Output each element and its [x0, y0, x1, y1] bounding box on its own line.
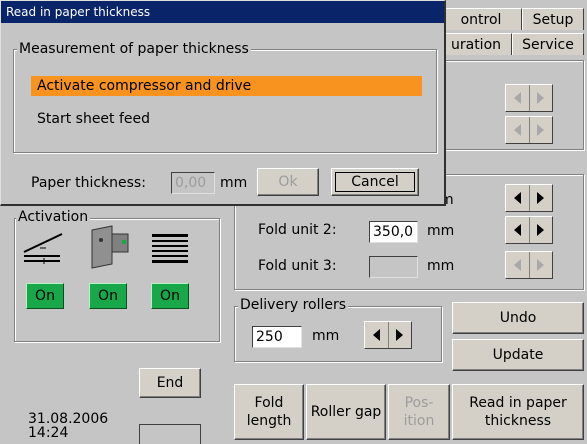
- sheet-feeder-icon: [23, 233, 63, 264]
- fold-unit3-label: Fold unit 3:: [258, 258, 337, 274]
- tab-service-label: Service: [522, 36, 574, 53]
- paper-thickness-field: 0,00: [171, 172, 215, 194]
- undo-button[interactable]: Undo: [452, 302, 584, 334]
- tab-setup-label: Setup: [532, 11, 574, 28]
- arrow-right-icon[interactable]: [387, 322, 412, 348]
- tab-service[interactable]: Service: [512, 33, 584, 55]
- fold-unit3-arrows: [505, 251, 553, 279]
- option-start-sheet-feed[interactable]: Start sheet feed: [31, 109, 422, 129]
- tab-setup[interactable]: Setup: [522, 8, 584, 30]
- fold-length-label: Fold length: [246, 395, 292, 429]
- dialog-titlebar: Read in paper thickness: [1, 1, 444, 23]
- read-thickness-dialog: Read in paper thickness Measurement of p…: [0, 0, 446, 206]
- paper-thickness-unit: mm: [220, 175, 248, 191]
- arrow-left-icon: [506, 252, 529, 278]
- delivery-rollers-legend: Delivery rollers: [238, 297, 349, 313]
- on-button-stack[interactable]: On: [151, 283, 189, 309]
- ok-label: Ok: [278, 174, 298, 190]
- arrow-right-icon: [528, 252, 553, 278]
- read-thickness-label: Read in paper thickness: [469, 395, 567, 429]
- arrow-left-icon[interactable]: [506, 85, 529, 111]
- fold-unit2-field[interactable]: 350,0: [369, 221, 418, 243]
- activation-legend: Activation: [16, 209, 91, 225]
- tab-configuration[interactable]: uration: [440, 33, 512, 55]
- status-box: [139, 424, 201, 444]
- delivery-rollers-field[interactable]: 250: [252, 326, 302, 348]
- update-button[interactable]: Update: [452, 339, 584, 371]
- measurement-group: [13, 49, 437, 153]
- arrow-right-icon[interactable]: [528, 117, 553, 143]
- arrow-left-icon[interactable]: [506, 185, 529, 211]
- fold-unit2-label: Fold unit 2:: [258, 222, 337, 238]
- delivery-rollers-arrows[interactable]: [364, 321, 412, 349]
- date-label: 31.08.2006: [28, 411, 109, 427]
- cancel-label: Cancel: [351, 174, 399, 190]
- on-button-compressor[interactable]: On: [89, 283, 127, 309]
- paper-thickness-label: Paper thickness:: [31, 175, 146, 191]
- read-thickness-button[interactable]: Read in paper thickness: [452, 384, 584, 440]
- arrow-right-icon[interactable]: [528, 85, 553, 111]
- time-label: 14:24: [28, 425, 69, 441]
- undo-label: Undo: [499, 310, 537, 326]
- tab-control[interactable]: ontrol: [440, 8, 522, 30]
- update-label: Update: [492, 347, 544, 363]
- end-label: End: [156, 375, 184, 391]
- roller-gap-label: Roller gap: [310, 404, 382, 420]
- arrow-right-icon[interactable]: [528, 185, 553, 211]
- arrow-left-icon[interactable]: [506, 117, 529, 143]
- delivery-rollers-unit: mm: [312, 328, 340, 344]
- position-label: Pos- ition: [403, 395, 435, 429]
- measurement-legend: Measurement of paper thickness: [17, 41, 251, 57]
- ok-button: Ok: [257, 168, 319, 196]
- fold-unit2-unit: mm: [427, 223, 455, 239]
- option-activate-compressor[interactable]: Activate compressor and drive: [31, 76, 422, 96]
- upper-arrow-pair-2[interactable]: [505, 116, 553, 144]
- roller-gap-button[interactable]: Roller gap: [306, 384, 386, 440]
- arrow-left-icon[interactable]: [365, 322, 388, 348]
- arrow-left-icon[interactable]: [506, 217, 529, 243]
- fold-unit1-arrows[interactable]: [505, 184, 553, 212]
- tab-configuration-label: uration: [450, 36, 502, 53]
- end-button[interactable]: End: [139, 368, 201, 398]
- fold-length-button[interactable]: Fold length: [234, 384, 304, 440]
- paper-stack-icon: [152, 234, 188, 263]
- fold-unit2-arrows[interactable]: [505, 216, 553, 244]
- compressor-icon: [91, 225, 129, 269]
- tab-control-label: ontrol: [460, 11, 502, 28]
- fold-unit3-unit: mm: [427, 258, 455, 274]
- cancel-button[interactable]: Cancel: [331, 168, 419, 196]
- position-button: Pos- ition: [388, 384, 450, 440]
- fold-unit3-field: [369, 256, 418, 278]
- upper-arrow-pair-1[interactable]: [505, 84, 553, 112]
- arrow-right-icon[interactable]: [528, 217, 553, 243]
- on-button-feeder[interactable]: On: [26, 283, 64, 309]
